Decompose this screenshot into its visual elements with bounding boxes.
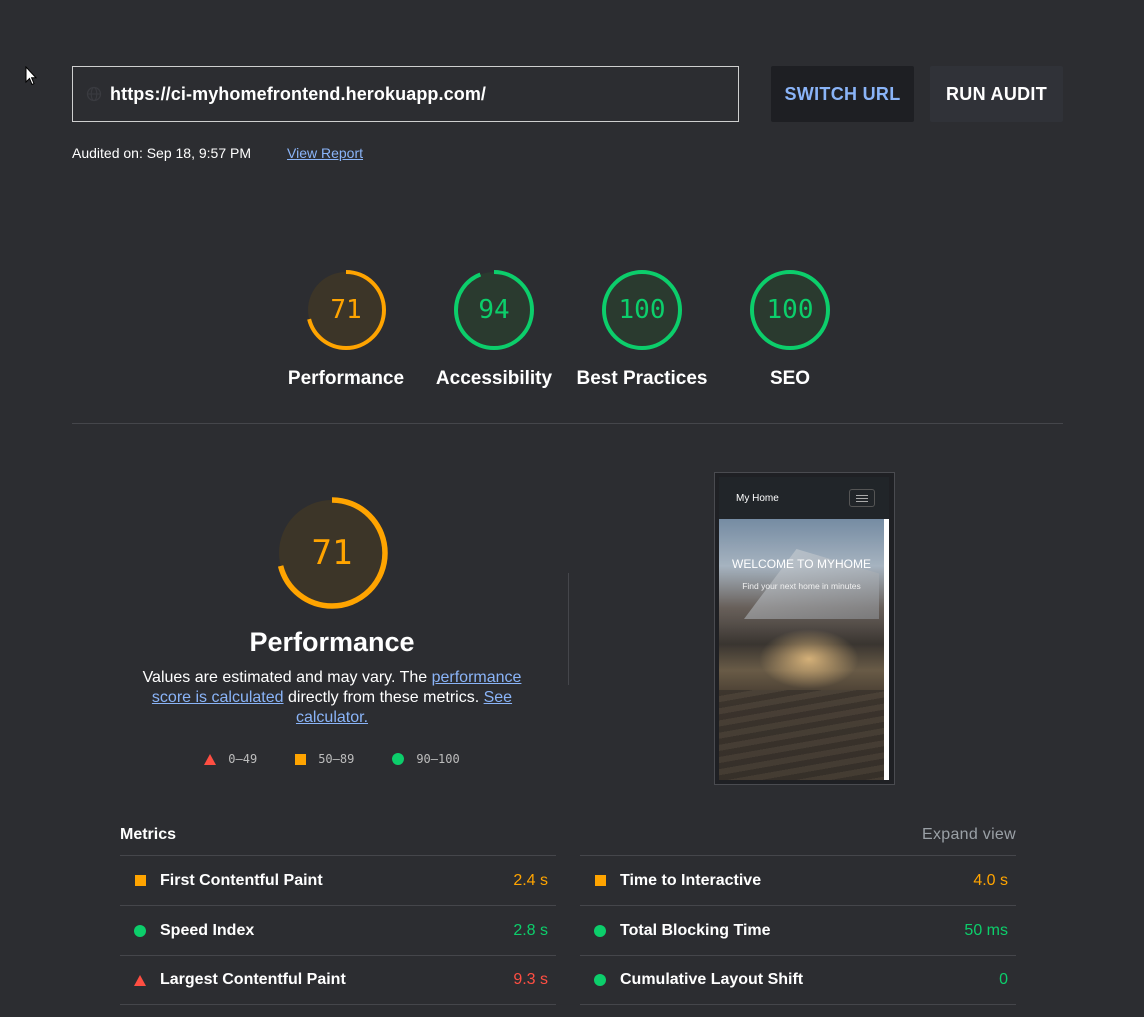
- gauge-best-practices[interactable]: 100 Best Practices: [568, 268, 716, 398]
- gauge-label: SEO: [769, 368, 811, 389]
- expand-view-toggle[interactable]: Expand view: [922, 826, 1016, 844]
- legend-range: 0–49: [228, 752, 258, 766]
- performance-big-gauge: 71: [276, 497, 388, 609]
- circle-icon: [134, 924, 146, 937]
- metric-name: Total Blocking Time: [620, 921, 771, 939]
- square-icon: [594, 875, 606, 886]
- score-legend: 0–49 50–89 90–100: [120, 752, 544, 766]
- metric-name: Cumulative Layout Shift: [620, 971, 804, 988]
- metrics-title: Metrics: [120, 826, 177, 843]
- triangle-icon: [204, 753, 217, 765]
- gauge-ring: 100: [602, 270, 682, 350]
- gauge-score: 100: [767, 295, 814, 325]
- metric-row: Largest Contentful Paint 9.3 s: [120, 955, 556, 1005]
- gauge-score: 71: [312, 533, 353, 573]
- metric-row: First Contentful Paint 2.4 s: [120, 855, 556, 905]
- legend-range: 90–100: [416, 752, 460, 766]
- view-report-link[interactable]: View Report: [287, 145, 363, 161]
- square-icon: [295, 753, 307, 765]
- metric-value: 9.3 s: [513, 971, 548, 988]
- run-audit-button[interactable]: RUN AUDIT: [930, 66, 1063, 122]
- mouse-cursor-icon: [25, 66, 37, 86]
- performance-description: Values are estimated and may vary. The p…: [120, 668, 544, 728]
- thumbnail-navbar: My Home: [719, 477, 889, 519]
- thumbnail-hero-title: WELCOME TO MYHOME: [732, 557, 871, 571]
- thumbnail-hero-subtitle: Find your next home in minutes: [742, 581, 861, 591]
- metric-row: Cumulative Layout Shift 0: [580, 955, 1016, 1005]
- metric-name: First Contentful Paint: [160, 871, 323, 889]
- switch-url-button[interactable]: SWITCH URL: [771, 66, 914, 122]
- triangle-icon: [134, 974, 146, 986]
- gauge-score: 94: [478, 295, 509, 325]
- legend-pass: 90–100: [392, 752, 460, 766]
- hero-deck-floor: [719, 690, 884, 780]
- performance-title: Performance: [249, 627, 415, 657]
- metric-row: Total Blocking Time 50 ms: [580, 905, 1016, 955]
- metric-value: 2.4 s: [513, 871, 548, 889]
- metric-value: 0: [999, 971, 1008, 988]
- metric-value: 4.0 s: [973, 871, 1008, 889]
- gauge-label: Accessibility: [435, 368, 553, 389]
- url-input[interactable]: https://ci-myhomefrontend.herokuapp.com/: [72, 66, 739, 122]
- final-screenshot-thumbnail[interactable]: My Home WELCOME TO MYHOME Find your next…: [714, 472, 895, 785]
- metrics-column-right: Time to Interactive 4.0 s Total Blocking…: [580, 855, 1016, 1005]
- thumbnail-brand: My Home: [736, 492, 779, 504]
- gauge-ring: 71: [306, 270, 386, 350]
- metric-value: 50 ms: [964, 921, 1008, 939]
- legend-range: 50–89: [318, 752, 355, 766]
- gauge-ring: 94: [454, 270, 534, 350]
- metric-name: Speed Index: [160, 921, 255, 939]
- square-icon: [134, 875, 146, 886]
- hero-light-glow: [759, 629, 859, 689]
- desc-prefix: Values are estimated and may vary. The: [142, 669, 432, 686]
- desc-middle: directly from these metrics.: [283, 689, 484, 706]
- hamburger-icon: [849, 489, 875, 507]
- metrics-column-left: First Contentful Paint 2.4 s Speed Index…: [120, 855, 556, 1005]
- gauge-seo[interactable]: 100 SEO: [716, 268, 864, 398]
- thumbnail-page: My Home WELCOME TO MYHOME Find your next…: [719, 477, 889, 780]
- metric-row: Speed Index 2.8 s: [120, 905, 556, 955]
- thumbnail-hero-image: WELCOME TO MYHOME Find your next home in…: [719, 519, 884, 780]
- circle-icon: [594, 974, 606, 986]
- metric-name: Largest Contentful Paint: [160, 971, 346, 988]
- metric-name: Time to Interactive: [620, 871, 762, 889]
- legend-fail: 0–49: [204, 752, 257, 766]
- gauge-accessibility[interactable]: 94 Accessibility: [420, 268, 568, 398]
- gauge-label: Performance: [287, 368, 405, 389]
- metric-value: 2.8 s: [513, 921, 548, 939]
- circle-icon: [392, 753, 405, 765]
- globe-icon: [86, 86, 102, 102]
- legend-average: 50–89: [295, 752, 354, 766]
- gauge-label: Best Practices: [576, 368, 708, 389]
- gauge-ring: 100: [750, 270, 830, 350]
- gauge-score: 71: [330, 295, 361, 325]
- score-gauges: 71 Performance 94 Accessibility 100 Best…: [272, 268, 864, 398]
- section-divider: [72, 423, 1063, 424]
- url-text: https://ci-myhomefrontend.herokuapp.com/: [110, 83, 487, 104]
- gauge-performance[interactable]: 71 Performance: [272, 268, 420, 398]
- metrics-header: Metrics Expand view: [120, 826, 1016, 844]
- performance-panel: 71 Performance Values are estimated and …: [120, 495, 544, 766]
- audited-on-text: Audited on: Sep 18, 9:57 PM: [72, 145, 252, 161]
- metric-row: Time to Interactive 4.0 s: [580, 855, 1016, 905]
- audit-info: Audited on: Sep 18, 9:57 PM View Report: [72, 145, 363, 161]
- circle-icon: [594, 924, 606, 937]
- vertical-divider: [568, 573, 569, 685]
- gauge-score: 100: [619, 295, 666, 325]
